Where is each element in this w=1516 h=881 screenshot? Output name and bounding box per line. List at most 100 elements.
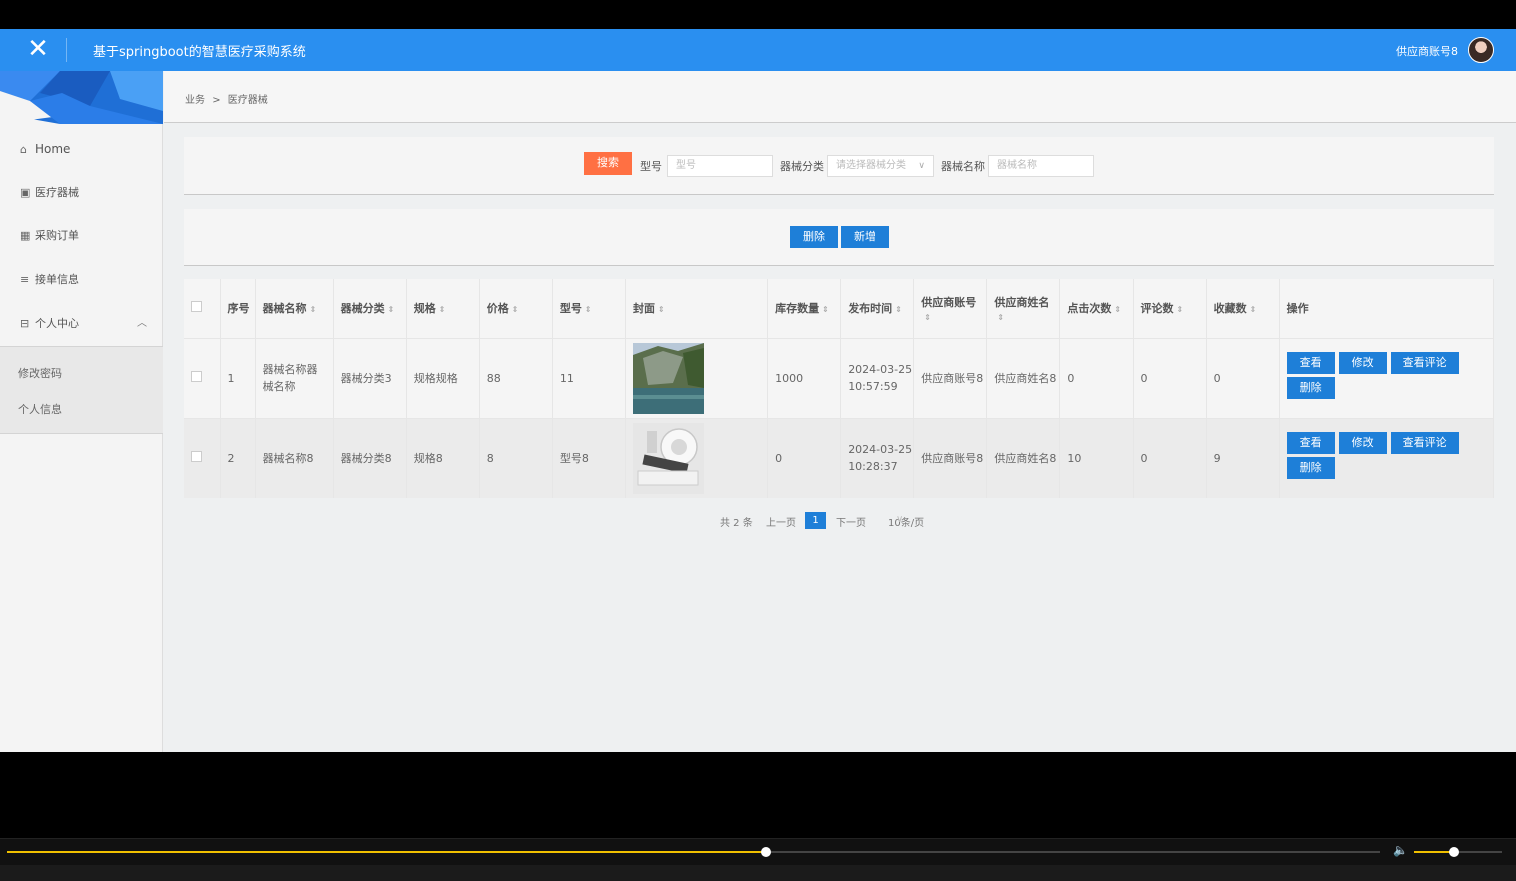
chevron-up-icon: ︿: [137, 318, 147, 329]
sort-icon[interactable]: ⇕: [658, 306, 665, 314]
col-header[interactable]: 型号 ⇕: [552, 279, 626, 338]
volume-slider[interactable]: [1414, 847, 1502, 857]
col-header[interactable]: 评论数 ⇕: [1133, 279, 1207, 338]
col-header-label: 器械分类: [340, 302, 385, 316]
sort-icon[interactable]: ⇕: [1177, 306, 1184, 314]
sort-icon[interactable]: ⇕: [439, 306, 446, 314]
delete-button[interactable]: 删除: [790, 226, 838, 248]
col-header-label: 封面: [632, 302, 655, 316]
view-comments-button[interactable]: 查看评论: [1390, 432, 1459, 455]
sort-icon[interactable]: ⇕: [585, 306, 592, 314]
cover-image[interactable]: [632, 422, 704, 494]
col-header-label: 供应商姓名: [994, 295, 1050, 309]
search-panel: 搜索 型号 型号 器械分类 请选择器械分类 ∨ 器械名称 器械名称: [184, 137, 1494, 195]
col-header-label: 发布时间: [848, 302, 893, 316]
cover-image[interactable]: [632, 342, 704, 414]
home-icon: ⌂: [20, 143, 27, 156]
cell-date-time: 10:28:37: [848, 460, 898, 474]
cell-price: 88: [479, 337, 553, 418]
row-delete-button[interactable]: 删除: [1286, 377, 1335, 399]
col-header[interactable]: 价格 ⇕: [479, 279, 553, 338]
model-input[interactable]: 型号: [667, 155, 773, 177]
cell-favorites: 0: [1206, 337, 1280, 418]
select-all-checkbox[interactable]: [191, 301, 202, 313]
sidebar: ⌂ Home ▣ 医疗器械 ▦ 采购订单 ≡ 接单信息 ⊟ 个人中心 ︿ 修改密码 个人信…: [0, 71, 163, 752]
cell-date: 2024-03-25 10:57:59: [840, 337, 915, 418]
sidebar-item-purchase-orders[interactable]: ▦ 采购订单: [0, 216, 163, 256]
col-header[interactable]: 供应商姓名 ⇕: [986, 279, 1061, 338]
card-icon: ⊟: [20, 317, 30, 330]
seek-handle[interactable]: [761, 847, 772, 857]
sort-icon[interactable]: ⇕: [822, 306, 829, 314]
pager-current-page[interactable]: 1: [805, 512, 826, 529]
view-button[interactable]: 查看: [1286, 352, 1335, 374]
row-checkbox[interactable]: [191, 451, 202, 463]
col-header[interactable]: 封面 ⇕: [625, 279, 769, 338]
pager-next[interactable]: 下一页: [836, 514, 866, 529]
sidebar-subitem-change-password[interactable]: 修改密码: [18, 365, 62, 381]
close-icon[interactable]: ✕: [24, 35, 52, 63]
sort-icon[interactable]: ⇕: [388, 306, 395, 314]
chart-icon: ▣: [20, 186, 31, 199]
sidebar-item-personal-center[interactable]: ⊟ 个人中心 ︿: [0, 304, 163, 344]
sort-icon[interactable]: ⇕: [1250, 306, 1257, 314]
sort-icon[interactable]: ⇕: [1114, 306, 1121, 314]
col-header[interactable]: 库存数量 ⇕: [767, 279, 842, 338]
col-header[interactable]: 收藏数 ⇕: [1206, 279, 1280, 338]
col-header[interactable]: 器械分类 ⇕: [333, 279, 407, 338]
table-header-row: 序号 器械名称 ⇕ 器械分类 ⇕ 规格 ⇕ 价格 ⇕ 型号 ⇕ 封面 ⇕ 库存数量 ⇕ 发布时…: [184, 279, 1495, 338]
col-header[interactable]: 供应商账号 ⇕: [913, 279, 988, 338]
sidebar-item-medical-devices[interactable]: ▣ 医疗器械: [0, 173, 163, 213]
name-label: 器械名称: [941, 160, 985, 173]
chevron-down-icon: ∨: [918, 161, 925, 171]
sidebar-item-order-info[interactable]: ≡ 接单信息: [0, 260, 163, 300]
select-all-cell: [184, 279, 221, 338]
username[interactable]: 供应商账号8: [1396, 43, 1458, 59]
breadcrumb-separator: >: [212, 95, 221, 106]
col-header[interactable]: 器械名称 ⇕: [255, 279, 334, 338]
sort-icon[interactable]: ⇕: [924, 313, 931, 322]
view-comments-button[interactable]: 查看评论: [1390, 352, 1459, 374]
sort-icon[interactable]: ⇕: [512, 306, 519, 314]
sort-icon[interactable]: ⇕: [895, 306, 902, 314]
col-header-label: 规格: [413, 302, 436, 316]
add-button[interactable]: 新增: [841, 226, 889, 248]
row-checkbox[interactable]: [191, 371, 202, 382]
row-delete-button[interactable]: 删除: [1286, 457, 1335, 480]
search-button[interactable]: 搜索: [584, 152, 632, 175]
cell-index: 2: [220, 417, 256, 498]
col-header[interactable]: 发布时间 ⇕: [840, 279, 915, 338]
avatar[interactable]: [1468, 37, 1494, 63]
sort-icon[interactable]: ⇕: [997, 313, 1004, 322]
table-panel: 序号 器械名称 ⇕ 器械分类 ⇕ 规格 ⇕ 价格 ⇕ 型号 ⇕ 封面 ⇕ 库存数量 ⇕ 发布时…: [184, 279, 1495, 498]
category-label: 器械分类: [780, 160, 824, 173]
edit-button[interactable]: 修改: [1338, 352, 1387, 374]
sidebar-item-label: 个人中心: [35, 317, 79, 330]
seek-bar[interactable]: [7, 847, 1380, 857]
sidebar-submenu: 修改密码 个人信息: [0, 346, 163, 434]
volume-icon[interactable]: 🔈: [1393, 843, 1408, 857]
cell-cover: [625, 417, 769, 498]
breadcrumb-current: 医疗器械: [227, 95, 268, 106]
pager-prev[interactable]: 上一页: [766, 514, 796, 529]
col-header[interactable]: 点击次数 ⇕: [1059, 279, 1134, 338]
category-select[interactable]: 请选择器械分类 ∨: [827, 155, 934, 177]
cell-index: 1: [220, 337, 256, 418]
volume-handle[interactable]: [1448, 847, 1459, 857]
sort-icon[interactable]: ⇕: [310, 306, 317, 314]
edit-button[interactable]: 修改: [1338, 432, 1387, 455]
table-row: 1 器械名称器械名称 器械分类3 规格规格 88 11 1000 2024-03…: [184, 337, 1495, 418]
sidebar-subitem-profile[interactable]: 个人信息: [18, 401, 62, 417]
cell-clicks: 0: [1059, 337, 1134, 418]
breadcrumb-root[interactable]: 业务: [185, 95, 205, 106]
cell-date: 2024-03-25 10:28:37: [840, 417, 915, 498]
col-header-label: 点击次数: [1067, 302, 1112, 316]
col-header-label: 价格: [486, 302, 509, 316]
view-button[interactable]: 查看: [1286, 432, 1335, 455]
sidebar-item-home[interactable]: ⌂ Home: [0, 129, 163, 169]
header-divider: [66, 38, 67, 62]
name-input[interactable]: 器械名称: [988, 155, 1094, 177]
sidebar-banner: [0, 71, 163, 124]
col-header[interactable]: 规格 ⇕: [406, 279, 480, 338]
col-header-label: 供应商账号: [921, 295, 977, 309]
